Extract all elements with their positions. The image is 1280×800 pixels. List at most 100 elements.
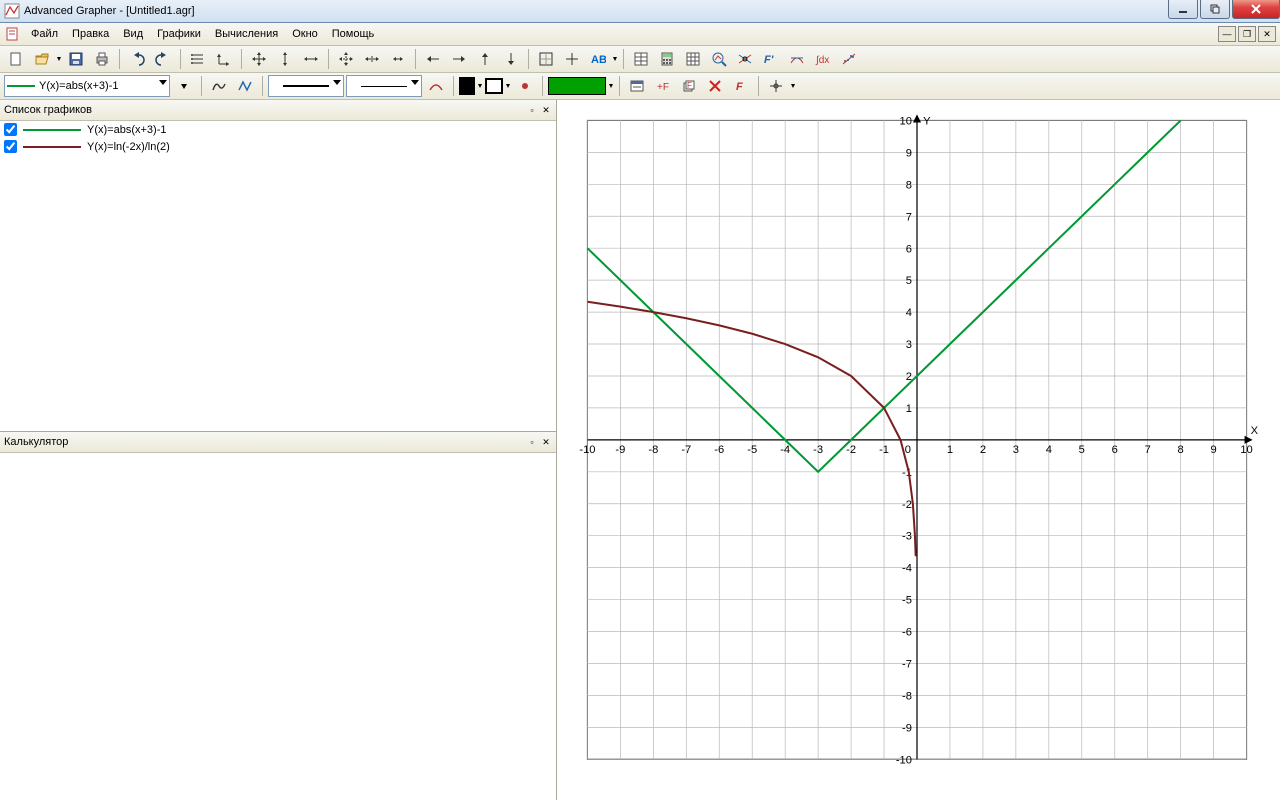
open-button[interactable]: [30, 47, 54, 71]
line-color-button[interactable]: [424, 74, 448, 98]
move-down-button[interactable]: [499, 47, 523, 71]
move-horizontal-tool[interactable]: [299, 47, 323, 71]
svg-text:7: 7: [1145, 444, 1151, 456]
maximize-button[interactable]: [1200, 0, 1230, 19]
svg-text:F': F': [764, 54, 774, 66]
zoom-out-button[interactable]: [386, 47, 410, 71]
menu-calc[interactable]: Вычисления: [208, 26, 285, 42]
save-button[interactable]: [64, 47, 88, 71]
calculator-button[interactable]: [655, 47, 679, 71]
label-button[interactable]: AB: [586, 47, 610, 71]
graph-list-item[interactable]: Y(x)=abs(x+3)-1: [0, 121, 556, 138]
axis-button[interactable]: [560, 47, 584, 71]
svg-text:-5: -5: [747, 444, 757, 456]
point-style-button[interactable]: [513, 74, 537, 98]
undo-button[interactable]: [125, 47, 149, 71]
trace-button[interactable]: [707, 47, 731, 71]
document-icon: [4, 26, 20, 42]
formula-selector[interactable]: Y(x)=abs(x+3)-1: [4, 75, 170, 97]
menu-edit[interactable]: Правка: [65, 26, 116, 42]
tangent-button[interactable]: [785, 47, 809, 71]
grid-button[interactable]: [534, 47, 558, 71]
table-button[interactable]: [629, 47, 653, 71]
svg-text:Y: Y: [923, 115, 931, 127]
point-fill-color[interactable]: [459, 77, 475, 95]
graph-color-sample: [23, 129, 81, 131]
formula-display: Y(x)=abs(x+3)-1: [39, 80, 118, 92]
minimize-button[interactable]: [1168, 0, 1198, 19]
curve-style-button[interactable]: [207, 74, 231, 98]
line-style-selector[interactable]: [346, 75, 422, 97]
formula-color-sample: [7, 85, 35, 87]
line-width-selector[interactable]: [268, 75, 344, 97]
svg-text:4: 4: [906, 307, 912, 319]
svg-text:F: F: [736, 81, 743, 93]
svg-text:10: 10: [1240, 444, 1252, 456]
formula-options-button[interactable]: [172, 74, 196, 98]
move-right-button[interactable]: [447, 47, 471, 71]
graph-visibility-checkbox[interactable]: [4, 123, 17, 136]
menu-file[interactable]: Файл: [24, 26, 65, 42]
plot-area[interactable]: -10-9-8-7-6-5-4-3-2-112345678910-10-9-8-…: [557, 100, 1280, 800]
svg-text:-10: -10: [896, 754, 912, 766]
redo-button[interactable]: [151, 47, 175, 71]
print-button[interactable]: [90, 47, 114, 71]
svg-text:9: 9: [1211, 444, 1217, 456]
intersect-button[interactable]: [733, 47, 757, 71]
menu-view[interactable]: Вид: [116, 26, 150, 42]
calculator-panel: [0, 453, 556, 800]
svg-text:1: 1: [906, 403, 912, 415]
menu-graphs[interactable]: Графики: [150, 26, 208, 42]
mdi-minimize-button[interactable]: —: [1218, 26, 1236, 42]
mdi-restore-button[interactable]: ❐: [1238, 26, 1256, 42]
panel-float-button[interactable]: ▫: [526, 104, 538, 116]
menu-window[interactable]: Окно: [285, 26, 325, 42]
svg-text:10: 10: [900, 115, 912, 127]
svg-text:-6: -6: [714, 444, 724, 456]
graph-list-item[interactable]: Y(x)=ln(-2x)/ln(2): [0, 138, 556, 155]
toolbar-style: Y(x)=abs(x+3)-1 +F F F: [0, 73, 1280, 100]
sharp-style-button[interactable]: [233, 74, 257, 98]
new-button[interactable]: [4, 47, 28, 71]
graphlist-title: Список графиков: [4, 104, 92, 116]
menubar: Файл Правка Вид Графики Вычисления Окно …: [0, 23, 1280, 46]
svg-text:-2: -2: [902, 499, 912, 511]
menu-help[interactable]: Помощь: [325, 26, 382, 42]
regression-button[interactable]: [837, 47, 861, 71]
point-border-color[interactable]: [485, 78, 503, 94]
svg-text:-1: -1: [879, 444, 889, 456]
graph-properties-button[interactable]: [625, 74, 649, 98]
move-vertical-tool[interactable]: [273, 47, 297, 71]
close-button[interactable]: [1232, 0, 1280, 19]
svg-text:X: X: [1251, 425, 1259, 437]
svg-text:-4: -4: [902, 563, 912, 575]
area-fill-color[interactable]: [548, 77, 606, 95]
derivative-button[interactable]: F': [759, 47, 783, 71]
svg-text:-10: -10: [579, 444, 595, 456]
panel-close-button[interactable]: ✕: [540, 436, 552, 448]
crosshair-tool[interactable]: [764, 74, 788, 98]
toolbar-main: AB F' ∫dx: [0, 46, 1280, 73]
zoom-tool[interactable]: [334, 47, 358, 71]
move-tool[interactable]: [247, 47, 271, 71]
panel-close-button[interactable]: ✕: [540, 104, 552, 116]
move-left-button[interactable]: [421, 47, 445, 71]
svg-text:8: 8: [906, 179, 912, 191]
graph-label: Y(x)=abs(x+3)-1: [87, 124, 166, 136]
list-button[interactable]: [186, 47, 210, 71]
axes-button[interactable]: [212, 47, 236, 71]
add-graph-button[interactable]: +F: [651, 74, 675, 98]
integral-button[interactable]: ∫dx: [811, 47, 835, 71]
duplicate-graph-button[interactable]: F: [677, 74, 701, 98]
zoom-in-button[interactable]: [360, 47, 384, 71]
move-up-button[interactable]: [473, 47, 497, 71]
graph-visibility-checkbox[interactable]: [4, 140, 17, 153]
delete-graph-button[interactable]: [703, 74, 727, 98]
svg-text:-7: -7: [902, 659, 912, 671]
svg-text:3: 3: [1013, 444, 1019, 456]
function-button[interactable]: F: [729, 74, 753, 98]
svg-text:6: 6: [906, 243, 912, 255]
panel-float-button[interactable]: ▫: [526, 436, 538, 448]
spreadsheet-button[interactable]: [681, 47, 705, 71]
mdi-close-button[interactable]: ✕: [1258, 26, 1276, 42]
